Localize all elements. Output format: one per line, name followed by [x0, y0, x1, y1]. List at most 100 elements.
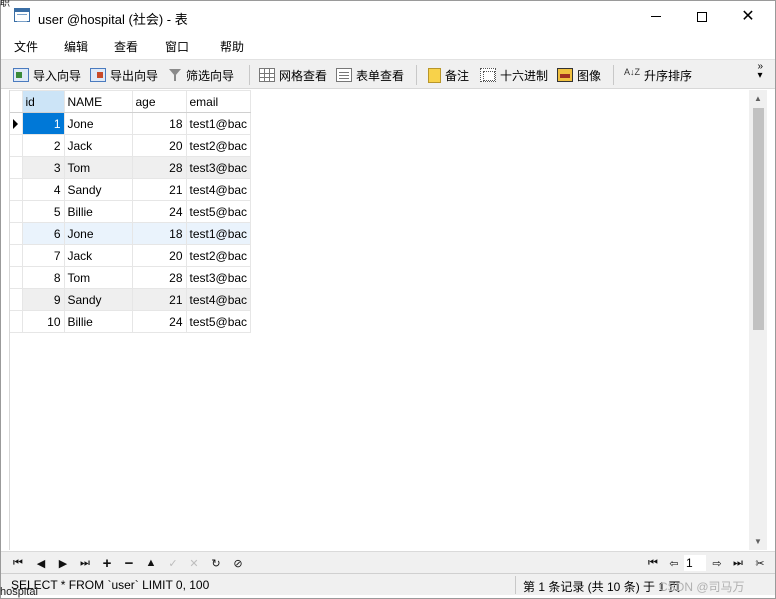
data-grid[interactable]: id NAME age email 1 Jone 18 test1@bac 2 Jack 2…	[9, 90, 767, 550]
row-indicator[interactable]	[10, 178, 23, 201]
cell-age[interactable]: 21	[131, 288, 187, 311]
row-indicator[interactable]	[10, 288, 23, 311]
filter-wizard-button[interactable]: 筛选向导	[168, 66, 234, 84]
table-row[interactable]: 4 Sandy 21 test4@bac	[10, 178, 252, 201]
cell-id[interactable]: 8	[21, 266, 65, 289]
table-row[interactable]: 3 Tom 28 test3@bac	[10, 156, 252, 179]
move-up-icon[interactable]: ▲	[142, 554, 160, 572]
minimize-button[interactable]	[633, 1, 679, 32]
cell-name[interactable]: Tom	[63, 266, 133, 289]
cell-name[interactable]: Billie	[63, 310, 133, 333]
scroll-down-icon[interactable]: ▼	[749, 533, 767, 550]
image-button[interactable]: 图像	[557, 66, 601, 84]
cell-age[interactable]: 18	[131, 112, 187, 135]
close-button[interactable]: ✕	[725, 1, 771, 32]
row-indicator[interactable]	[10, 134, 23, 157]
cell-email[interactable]: test5@bac	[185, 200, 252, 223]
column-header-name[interactable]: NAME	[63, 90, 133, 113]
cell-name[interactable]: Billie	[63, 200, 133, 223]
last-record-icon[interactable]: ⏭	[76, 554, 94, 572]
first-page-icon[interactable]: ⏮	[644, 554, 662, 572]
last-page-icon[interactable]: ⏭	[729, 554, 747, 572]
memo-button[interactable]: 备注	[428, 66, 469, 84]
previous-page-icon[interactable]: ⇦	[665, 554, 683, 572]
cell-name[interactable]: Jone	[63, 112, 133, 135]
scroll-up-icon[interactable]: ▲	[749, 90, 767, 107]
cell-age[interactable]: 20	[131, 134, 187, 157]
row-indicator[interactable]	[10, 156, 23, 179]
cell-id[interactable]: 6	[21, 222, 65, 245]
cell-id[interactable]: 10	[21, 310, 65, 333]
cell-age[interactable]: 24	[131, 310, 187, 333]
stop-icon[interactable]: ⊘	[229, 554, 247, 572]
cell-id[interactable]: 4	[21, 178, 65, 201]
table-row[interactable]: 5 Billie 24 test5@bac	[10, 200, 252, 223]
table-row[interactable]: 2 Jack 20 test2@bac	[10, 134, 252, 157]
menu-view[interactable]: 查看	[114, 38, 138, 55]
export-wizard-button[interactable]: 导出向导	[90, 66, 158, 84]
toolbar-overflow-icon[interactable]: » ▾	[757, 62, 763, 81]
cell-name[interactable]: Sandy	[63, 288, 133, 311]
row-indicator[interactable]	[10, 266, 23, 289]
sort-ascending-button[interactable]: A↓Z 升序排序	[624, 66, 692, 84]
table-row[interactable]: 1 Jone 18 test1@bac	[10, 112, 252, 135]
cell-email[interactable]: test2@bac	[185, 244, 252, 267]
import-wizard-button[interactable]: 导入向导	[13, 66, 81, 84]
cell-name[interactable]: Tom	[63, 156, 133, 179]
table-row[interactable]: 9 Sandy 21 test4@bac	[10, 288, 252, 311]
cell-email[interactable]: test3@bac	[185, 156, 252, 179]
table-row[interactable]: 10 Billie 24 test5@bac	[10, 310, 252, 333]
cell-name[interactable]: Jack	[63, 244, 133, 267]
cell-name[interactable]: Jack	[63, 134, 133, 157]
cell-id[interactable]: 7	[21, 244, 65, 267]
cell-age[interactable]: 18	[131, 222, 187, 245]
menu-edit[interactable]: 编辑	[64, 38, 88, 55]
cell-id[interactable]: 3	[21, 156, 65, 179]
cell-id[interactable]: 1	[21, 112, 65, 135]
settings-tools-icon[interactable]: ✂	[751, 554, 769, 572]
add-record-icon[interactable]: +	[98, 554, 116, 572]
apply-changes-icon[interactable]: ✓	[164, 554, 182, 572]
cell-email[interactable]: test1@bac	[185, 222, 252, 245]
row-indicator[interactable]	[10, 112, 23, 135]
cell-age[interactable]: 28	[131, 156, 187, 179]
column-header-id[interactable]: id	[21, 90, 65, 113]
menu-window[interactable]: 窗口	[165, 38, 189, 55]
cell-email[interactable]: test2@bac	[185, 134, 252, 157]
cell-age[interactable]: 24	[131, 200, 187, 223]
column-header-email[interactable]: email	[185, 90, 252, 113]
cell-age[interactable]: 28	[131, 266, 187, 289]
cell-id[interactable]: 2	[21, 134, 65, 157]
table-row[interactable]: 6 Jone 18 test1@bac	[10, 222, 252, 245]
delete-record-icon[interactable]: −	[120, 554, 138, 572]
next-page-icon[interactable]: ⇨	[708, 554, 726, 572]
cell-name[interactable]: Sandy	[63, 178, 133, 201]
menu-file[interactable]: 文件	[14, 38, 38, 55]
table-row[interactable]: 7 Jack 20 test2@bac	[10, 244, 252, 267]
cell-email[interactable]: test1@bac	[185, 112, 252, 135]
row-indicator[interactable]	[10, 244, 23, 267]
cell-email[interactable]: test4@bac	[185, 288, 252, 311]
table-row[interactable]: 8 Tom 28 test3@bac	[10, 266, 252, 289]
form-view-button[interactable]: 表单查看	[336, 66, 404, 84]
cell-age[interactable]: 20	[131, 244, 187, 267]
first-record-icon[interactable]: ⏮	[9, 554, 27, 572]
row-indicator[interactable]	[10, 200, 23, 223]
previous-record-icon[interactable]: ◀	[32, 554, 50, 572]
cell-name[interactable]: Jone	[63, 222, 133, 245]
vertical-scrollbar[interactable]: ▲ ▼	[749, 90, 767, 550]
page-number-input[interactable]: 1	[684, 555, 706, 571]
hex-button[interactable]: 十六进制	[480, 66, 548, 84]
cell-email[interactable]: test3@bac	[185, 266, 252, 289]
discard-changes-icon[interactable]: ✕	[185, 554, 203, 572]
grid-view-button[interactable]: 网格查看	[259, 66, 327, 84]
row-indicator[interactable]	[10, 222, 23, 245]
cell-id[interactable]: 9	[21, 288, 65, 311]
cell-email[interactable]: test4@bac	[185, 178, 252, 201]
menu-help[interactable]: 帮助	[220, 38, 244, 55]
maximize-button[interactable]	[679, 1, 725, 32]
scrollbar-thumb[interactable]	[753, 108, 764, 330]
cell-email[interactable]: test5@bac	[185, 310, 252, 333]
cell-id[interactable]: 5	[21, 200, 65, 223]
next-record-icon[interactable]: ▶	[54, 554, 72, 572]
